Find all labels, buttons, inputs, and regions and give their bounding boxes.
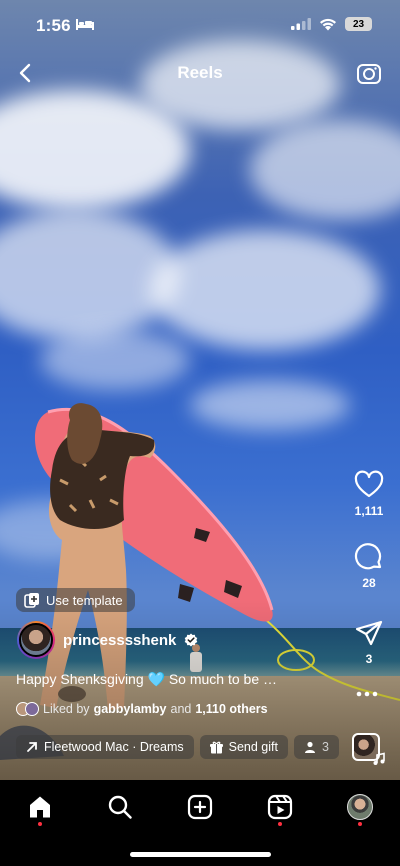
people-chip[interactable]: 3 (293, 735, 339, 759)
like-action[interactable]: 1,111 (352, 470, 386, 518)
like-count: 1,111 (354, 504, 384, 518)
reels-icon[interactable] (267, 794, 293, 820)
home-notification-dot (38, 822, 42, 826)
liker-avatars (16, 702, 39, 716)
gift-icon (209, 741, 223, 753)
liked-prefix: Liked by (43, 702, 90, 716)
author-avatar[interactable] (17, 621, 55, 659)
bed-icon (76, 19, 94, 30)
camera-icon[interactable] (356, 60, 382, 86)
liked-others[interactable]: 1,110 others (195, 702, 267, 716)
signal-icon (291, 18, 311, 30)
use-template-label: Use template (46, 592, 123, 608)
send-gift-label: Send gift (228, 740, 278, 754)
person-icon (304, 741, 315, 753)
liked-by-row[interactable]: Liked by gabbylamby and 1,110 others (16, 702, 268, 716)
profile-notification-dot (358, 822, 362, 826)
home-icon[interactable] (27, 794, 53, 820)
reel-caption[interactable]: Happy Shenksgiving 🩵 So much to be … (16, 671, 277, 688)
comment-icon[interactable] (354, 542, 384, 572)
reels-notification-dot (278, 822, 282, 826)
liked-user[interactable]: gabbylamby (94, 702, 167, 716)
status-bar: 1:56 23 (0, 0, 400, 50)
heart-icon[interactable] (354, 470, 384, 500)
chip-row: Fleetwood Mac · Dreams Send gift 3 (16, 735, 339, 759)
reel-video[interactable] (0, 0, 400, 780)
audio-chip[interactable]: Fleetwood Mac · Dreams (16, 735, 194, 759)
arrow-up-right-icon (27, 742, 37, 752)
page-title: Reels (177, 63, 223, 82)
status-indicators: 23 (291, 17, 372, 31)
battery-icon: 23 (345, 17, 372, 31)
profile-avatar[interactable] (347, 794, 373, 820)
share-icon[interactable] (354, 618, 384, 648)
reels-header: Reels (0, 58, 400, 88)
template-icon (24, 593, 39, 608)
more-icon[interactable] (356, 690, 378, 698)
comment-count: 28 (362, 576, 376, 590)
people-count: 3 (321, 740, 329, 754)
author-username[interactable]: princesssshenk (63, 632, 176, 649)
liked-mid: and (170, 702, 192, 716)
home-indicator (130, 852, 271, 857)
author-row[interactable]: princesssshenk (17, 621, 198, 659)
share-action[interactable]: 3 (352, 618, 386, 666)
use-template-button[interactable]: Use template (16, 588, 135, 612)
share-count: 3 (365, 652, 373, 666)
comment-action[interactable]: 28 (352, 542, 386, 590)
status-time: 1:56 (36, 16, 71, 35)
audio-label: Fleetwood Mac · Dreams (44, 740, 184, 754)
wifi-icon (320, 18, 336, 30)
verified-icon (185, 633, 198, 647)
search-icon[interactable] (107, 794, 133, 820)
create-icon[interactable] (187, 794, 213, 820)
send-gift-chip[interactable]: Send gift (199, 735, 288, 759)
music-note-icon (373, 752, 385, 765)
